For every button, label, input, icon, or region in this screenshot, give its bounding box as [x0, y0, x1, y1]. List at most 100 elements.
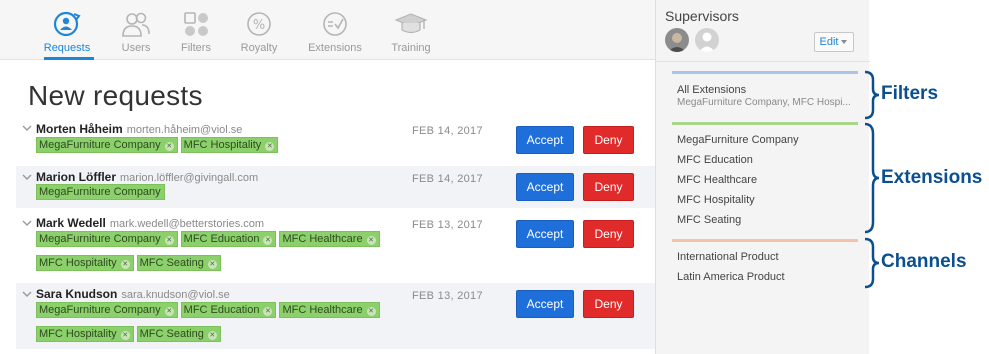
extension-tag: MFC Healthcare ✕: [279, 231, 380, 247]
request-row: Sara Knudson sara.knudson@viol.se FEB 13,…: [16, 283, 656, 349]
svg-text:%: %: [253, 18, 265, 33]
extensions-group-bar: [672, 122, 858, 125]
remove-tag-icon[interactable]: ✕: [120, 331, 130, 340]
divider: [656, 61, 870, 62]
active-tab-indicator: [44, 57, 94, 60]
extension-tag: MFC Hospitality ✕: [36, 255, 134, 271]
nav-requests-label: Requests: [43, 42, 91, 54]
requester-email: sara.knudson@viol.se: [121, 289, 230, 301]
accept-button[interactable]: Accept: [516, 220, 574, 248]
extension-tag: MegaFurniture Company ✕: [36, 137, 178, 153]
remove-tag-icon[interactable]: ✕: [366, 236, 376, 245]
users-icon: [122, 12, 150, 37]
chevron-down-icon[interactable]: [22, 218, 32, 228]
royalty-icon: %: [247, 12, 271, 36]
requester-name: Mark Wedell mark.wedell@betterstories.com: [36, 216, 265, 230]
request-row: Morten Håheim morten.håheim@viol.se FEB 1…: [16, 120, 656, 164]
requester-email: morten.håheim@viol.se: [126, 124, 243, 136]
extension-item[interactable]: MFC Healthcare: [677, 174, 757, 186]
app-root: Requests Users Filters % Royalty Extensi…: [0, 0, 989, 354]
request-date: FEB 13, 2017: [412, 290, 483, 302]
extensions-annotation: Extensions: [881, 167, 983, 188]
tag-line: MegaFurniture Company: [36, 184, 168, 201]
extension-item[interactable]: MFC Hospitality: [677, 194, 755, 206]
extensions-icon: [323, 12, 347, 36]
requester-email: mark.wedell@betterstories.com: [109, 218, 265, 230]
filter-all-extensions[interactable]: All Extensions: [677, 84, 746, 96]
filters-brace: [864, 70, 880, 120]
tag-line: MegaFurniture Company ✕ MFC Education ✕ MFC …: [36, 231, 383, 248]
remove-tag-icon[interactable]: ✕: [265, 142, 275, 151]
requester-name: Morten Håheim morten.håheim@viol.se: [36, 122, 243, 136]
request-row: Mark Wedell mark.wedell@betterstories.com…: [16, 212, 656, 278]
extension-tag: MFC Education ✕: [180, 231, 277, 247]
nav-royalty[interactable]: % Royalty: [224, 10, 294, 54]
channels-brace: [864, 237, 880, 289]
extension-tag: MegaFurniture Company ✕: [36, 302, 178, 318]
channels-annotation: Channels: [881, 251, 967, 272]
accept-button[interactable]: Accept: [516, 126, 574, 154]
chevron-down-icon[interactable]: [22, 172, 32, 182]
filter-summary: MegaFurniture Company, MFC Hospi...: [677, 97, 851, 108]
extension-tag: MFC Seating ✕: [136, 326, 221, 342]
remove-tag-icon[interactable]: ✕: [164, 142, 174, 151]
page-title: New requests: [28, 80, 203, 111]
top-nav: Requests Users Filters % Royalty Extensi…: [0, 0, 655, 60]
avatar[interactable]: [665, 28, 689, 52]
request-date: FEB 13, 2017: [412, 219, 483, 231]
filters-group-bar: [672, 71, 858, 74]
extension-tag: MFC Hospitality ✕: [180, 137, 279, 153]
extension-item[interactable]: MegaFurniture Company: [677, 134, 799, 146]
filters-icon: [184, 12, 208, 36]
requester-name: Marion Löffler marion.löffler@givingall.c…: [36, 170, 259, 184]
tag-line: MegaFurniture Company ✕ MFC Hospitality ✕: [36, 137, 281, 154]
remove-tag-icon[interactable]: ✕: [164, 236, 174, 245]
nav-royalty-label: Royalty: [240, 42, 278, 54]
avatar[interactable]: [695, 28, 719, 52]
chevron-down-icon[interactable]: [22, 289, 32, 299]
chevron-down-icon[interactable]: [22, 123, 32, 133]
channels-group-bar: [672, 239, 858, 242]
remove-tag-icon[interactable]: ✕: [366, 307, 376, 316]
filters-annotation: Filters: [881, 83, 939, 104]
nav-training[interactable]: Training: [376, 10, 446, 54]
accept-button[interactable]: Accept: [516, 290, 574, 318]
extension-tag: MFC Education ✕: [180, 302, 277, 318]
tag-line: MFC Hospitality ✕ MFC Seating ✕: [36, 255, 224, 272]
requester-email: marion.löffler@givingall.com: [120, 172, 259, 184]
tag-line: MegaFurniture Company ✕ MFC Education ✕ MFC …: [36, 302, 383, 319]
nav-requests[interactable]: Requests: [32, 10, 102, 54]
supervisors-title: Supervisors: [665, 8, 739, 24]
nav-extensions[interactable]: Extensions: [300, 10, 370, 54]
remove-tag-icon[interactable]: ✕: [263, 307, 273, 316]
accept-button[interactable]: Accept: [516, 173, 574, 201]
extension-item[interactable]: MFC Education: [677, 154, 753, 166]
deny-button[interactable]: Deny: [583, 126, 634, 154]
remove-tag-icon[interactable]: ✕: [120, 260, 130, 269]
channel-item[interactable]: International Product: [677, 251, 779, 263]
requests-icon: [53, 11, 81, 37]
channel-item[interactable]: Latin America Product: [677, 271, 785, 283]
edit-supervisors-button[interactable]: Edit: [814, 32, 854, 52]
extension-tag: MFC Healthcare ✕: [279, 302, 380, 318]
extension-item[interactable]: MFC Seating: [677, 214, 741, 226]
extension-tag: MegaFurniture Company: [36, 184, 165, 200]
remove-tag-icon[interactable]: ✕: [164, 307, 174, 316]
deny-button[interactable]: Deny: [583, 290, 634, 318]
extension-tag: MFC Seating ✕: [136, 255, 221, 271]
deny-button[interactable]: Deny: [583, 173, 634, 201]
extension-tag: MegaFurniture Company ✕: [36, 231, 178, 247]
nav-filters[interactable]: Filters: [161, 10, 231, 54]
remove-tag-icon[interactable]: ✕: [207, 260, 217, 269]
requester-name: Sara Knudson sara.knudson@viol.se: [36, 287, 230, 301]
deny-button[interactable]: Deny: [583, 220, 634, 248]
nav-training-label: Training: [391, 42, 431, 54]
request-date: FEB 14, 2017: [412, 125, 483, 137]
nav-extensions-label: Extensions: [308, 42, 362, 54]
extensions-brace: [864, 122, 880, 234]
training-icon: [394, 13, 428, 34]
remove-tag-icon[interactable]: ✕: [263, 236, 273, 245]
remove-tag-icon[interactable]: ✕: [207, 331, 217, 340]
request-date: FEB 14, 2017: [412, 173, 483, 185]
request-row: Marion Löffler marion.löffler@givingall.c…: [16, 166, 656, 208]
